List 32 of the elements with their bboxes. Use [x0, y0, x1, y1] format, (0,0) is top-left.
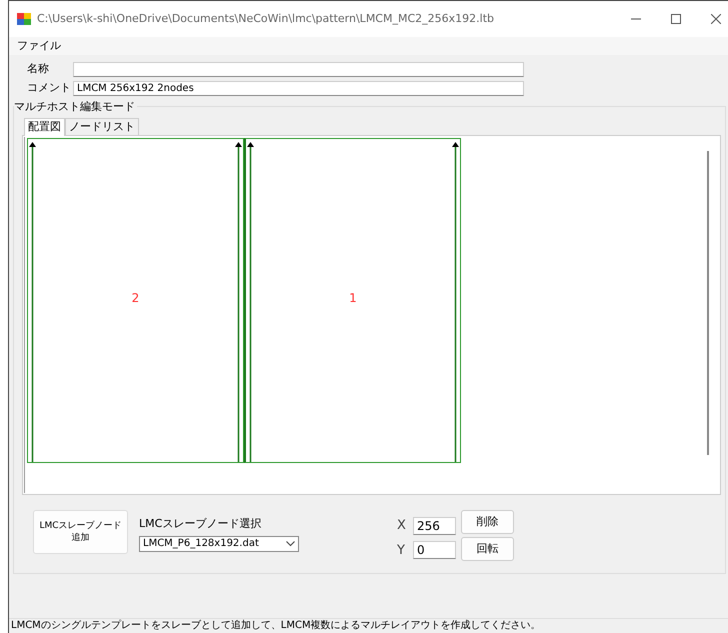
maximize-icon[interactable] — [671, 14, 681, 24]
dropdown-value: LMCM_P6_128x192.dat — [143, 537, 259, 551]
arrow-icon — [29, 142, 36, 462]
node-rect[interactable]: 2 — [27, 138, 244, 463]
tab[interactable]: ノードリスト — [65, 118, 139, 135]
scrollbar[interactable] — [707, 151, 709, 455]
action-button[interactable]: 回転 — [461, 537, 514, 561]
menu-item[interactable]: ファイル — [13, 38, 65, 54]
action-button[interactable]: 削除 — [461, 510, 514, 534]
text-field[interactable]: LMCM 256x192 2nodes — [73, 81, 524, 96]
field-label: 名称 — [27, 61, 50, 78]
close-icon[interactable] — [711, 14, 721, 24]
arrow-icon — [235, 142, 242, 462]
node-label: 1 — [348, 290, 358, 307]
field-label: コメント — [27, 80, 72, 96]
node-label: 2 — [130, 290, 140, 307]
coord-field[interactable]: 256 — [413, 516, 456, 535]
arrow-icon — [452, 142, 459, 462]
text-field[interactable] — [73, 62, 524, 77]
status-bar: LMCMのシングルテンプレートをスレーブとして追加して、LMCM複数によるマルチレイアウトを作成してください。 — [9, 618, 728, 633]
node-rect[interactable]: 1 — [244, 138, 461, 463]
window-title: C:\Users\k-shi\OneDrive\Documents\NeCoWin\lmc\pattern\LMCM_MC2_256x192.ltb — [37, 10, 495, 27]
coord-label: X — [397, 517, 407, 535]
dropdown[interactable]: LMCM_P6_128x192.dat — [139, 536, 299, 552]
coord-field[interactable]: 0 — [413, 541, 456, 560]
app-icon — [17, 13, 31, 25]
select-label: LMCスレーブノード選択 — [139, 516, 262, 532]
arrow-icon — [247, 142, 254, 462]
caret-icon — [286, 540, 295, 546]
add-node-button[interactable]: LMCスレーブノード追加 — [33, 510, 128, 554]
tab[interactable]: 配置図 — [24, 118, 65, 136]
coord-label: Y — [397, 542, 406, 560]
